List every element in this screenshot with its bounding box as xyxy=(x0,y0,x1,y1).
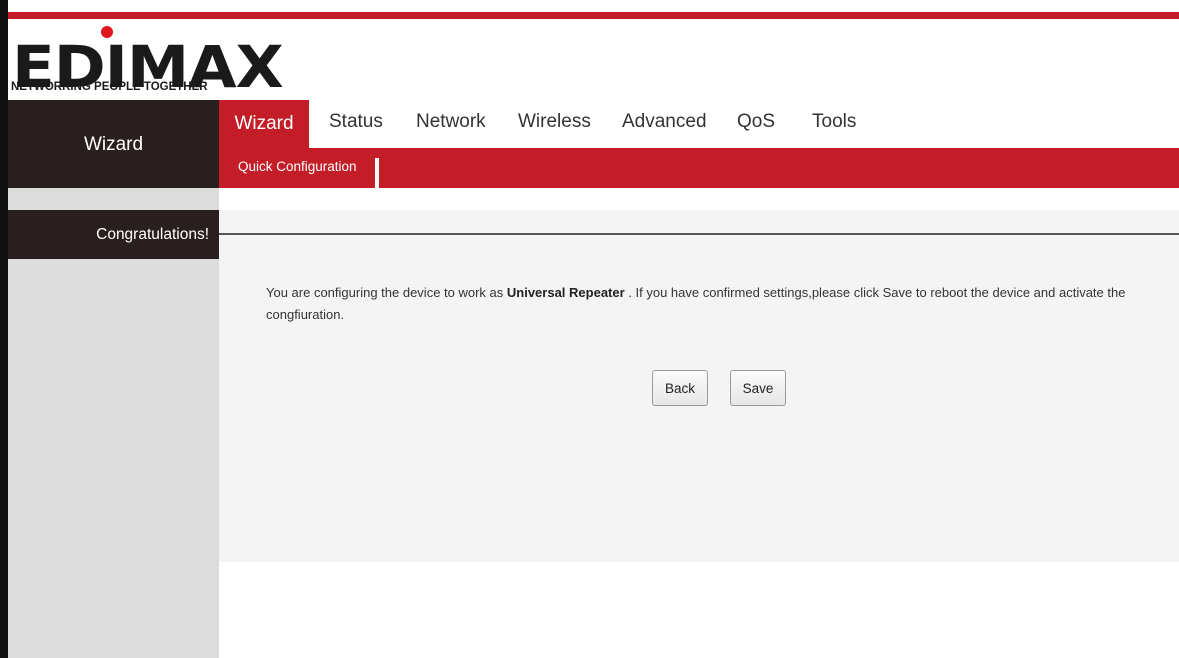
content-divider xyxy=(219,233,1179,235)
logo-tagline: NETWORKING PEOPLE TOGETHER xyxy=(11,81,208,93)
message-text-start: You are configuring the device to work a… xyxy=(266,285,507,300)
sidebar-title: Wizard xyxy=(8,100,219,188)
confirmation-message: You are configuring the device to work a… xyxy=(266,282,1166,326)
tab-network[interactable]: Network xyxy=(416,111,486,133)
tab-status[interactable]: Status xyxy=(329,111,383,133)
tab-qos[interactable]: QoS xyxy=(737,111,775,133)
edimax-logo: EDIMAX NETWORKING PEOPLE TOGETHER xyxy=(10,22,284,100)
tab-advanced[interactable]: Advanced xyxy=(622,111,707,133)
tab-tools[interactable]: Tools xyxy=(812,111,856,133)
sub-navigation-bar: Quick Configuration xyxy=(219,148,1179,188)
sidebar-title-label: Wizard xyxy=(83,134,144,155)
tab-wireless[interactable]: Wireless xyxy=(518,111,591,133)
sidebar-item-label: Congratulations! xyxy=(96,225,209,243)
tab-label: Wizard xyxy=(234,113,294,134)
subtab-quick-configuration[interactable]: Quick Configuration xyxy=(238,159,357,174)
save-button[interactable]: Save xyxy=(730,370,786,406)
window-left-border xyxy=(0,0,8,658)
back-button[interactable]: Back xyxy=(652,370,708,406)
subtab-active-marker xyxy=(375,158,379,188)
sidebar-item-congratulations[interactable]: Congratulations! xyxy=(8,210,219,259)
header-top-stripe xyxy=(8,12,1179,19)
tab-wizard[interactable]: Wizard xyxy=(219,100,309,148)
repeater-mode-label: Universal Repeater xyxy=(506,285,625,300)
